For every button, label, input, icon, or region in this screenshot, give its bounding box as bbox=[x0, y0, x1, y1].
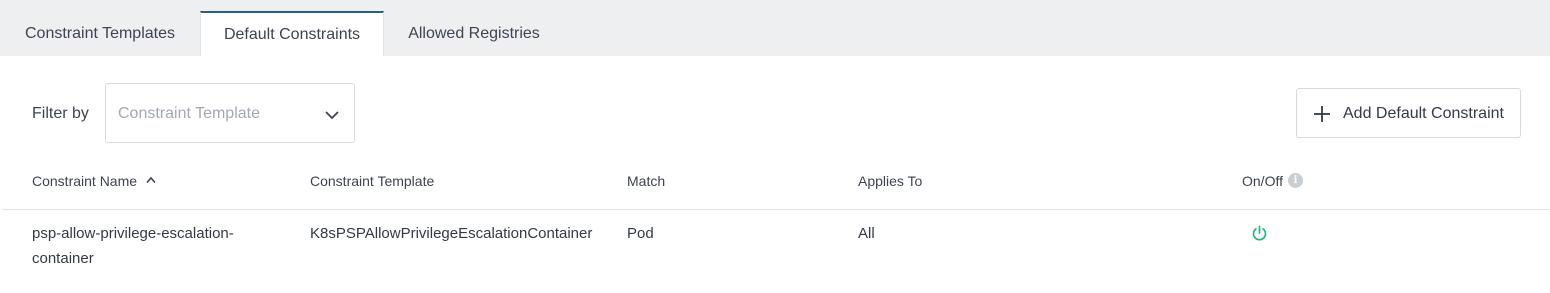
table-header-divider bbox=[2, 209, 1550, 210]
plus-icon bbox=[1314, 106, 1330, 122]
filter-label: Filter by bbox=[32, 105, 89, 122]
power-icon[interactable] bbox=[1250, 224, 1269, 243]
add-default-constraint-button[interactable]: Add Default Constraint bbox=[1296, 88, 1521, 138]
column-header-constraint-template: Constraint Template bbox=[310, 173, 435, 189]
tab-allowed-registries[interactable]: Allowed Registries bbox=[384, 11, 564, 56]
select-placeholder: Constraint Template bbox=[118, 105, 260, 122]
column-header-applies-to: Applies To bbox=[858, 173, 923, 189]
column-header-label: Constraint Name bbox=[32, 173, 138, 189]
info-icon[interactable]: i bbox=[1288, 173, 1303, 188]
constraint-template-select[interactable]: Constraint Template bbox=[105, 83, 355, 143]
column-header-match: Match bbox=[627, 173, 666, 189]
tab-default-constraints[interactable]: Default Constraints bbox=[200, 11, 384, 56]
column-header-constraint-name[interactable]: Constraint Name bbox=[32, 173, 156, 189]
column-header-on-off: On/Off bbox=[1242, 173, 1283, 189]
cell-constraint-name: psp-allow-privilege-escalation-container bbox=[32, 225, 234, 267]
chevron-up-icon bbox=[146, 176, 156, 184]
tab-constraint-templates[interactable]: Constraint Templates bbox=[0, 11, 200, 56]
cell-constraint-template: K8sPSPAllowPrivilegeEscalationContainer bbox=[310, 225, 593, 242]
cell-match: Pod bbox=[627, 225, 654, 242]
chevron-down-icon bbox=[325, 111, 339, 120]
add-button-label: Add Default Constraint bbox=[1343, 105, 1504, 122]
cell-applies-to: All bbox=[858, 225, 875, 242]
tab-bar: Constraint Templates Default Constraints… bbox=[0, 0, 1550, 56]
